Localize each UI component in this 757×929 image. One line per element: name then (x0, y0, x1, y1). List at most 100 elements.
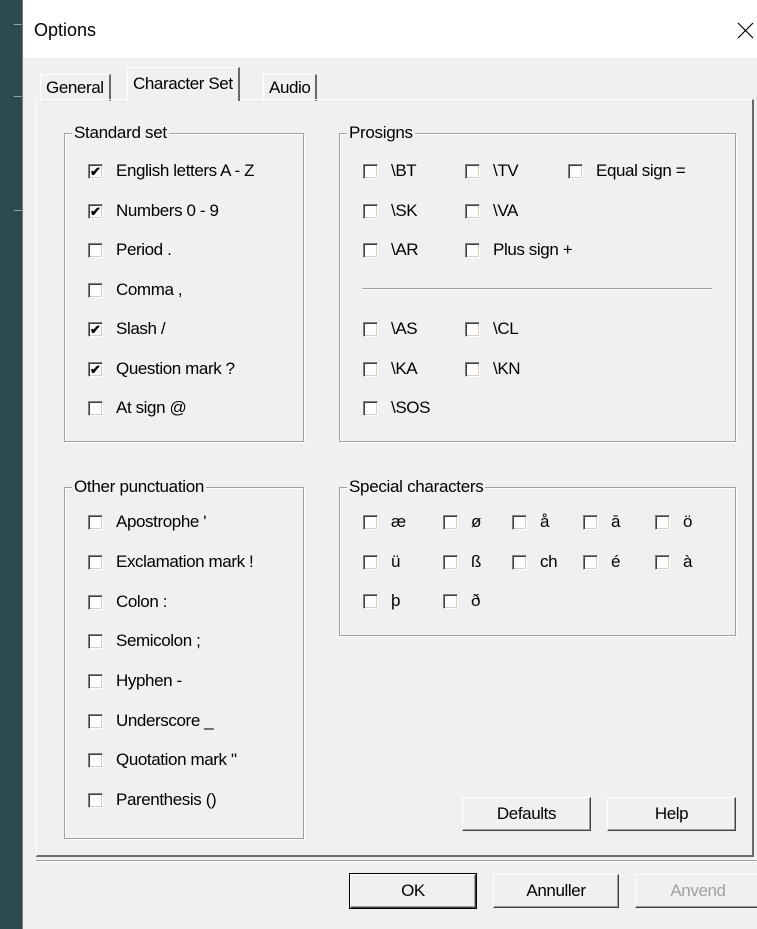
cancel-button[interactable]: Annuller (493, 874, 619, 908)
checkbox-box[interactable] (363, 321, 378, 337)
checkbox-box[interactable] (568, 163, 583, 179)
checkbox-colon[interactable]: Colon : (88, 590, 167, 614)
checkbox-equal-sign[interactable]: Equal sign = (568, 159, 686, 183)
checkbox-semicolon[interactable]: Semicolon ; (88, 629, 201, 653)
checkbox-box[interactable]: ✔ (88, 163, 103, 179)
close-button[interactable] (727, 8, 757, 52)
checkbox-box[interactable] (88, 400, 103, 416)
checkbox-at-sign[interactable]: At sign @ (88, 396, 187, 420)
other-punctuation-title: Other punctuation (72, 477, 207, 497)
checkbox-comma[interactable]: Comma , (88, 278, 183, 302)
checkbox-plus-sign[interactable]: Plus sign + (465, 238, 573, 262)
other-punctuation-group: Other punctuation (64, 477, 304, 839)
checkbox-special-a-macron[interactable]: ā (583, 510, 620, 534)
checkbox-box[interactable] (363, 593, 378, 609)
checkbox-apostrophe[interactable]: Apostrophe ' (88, 510, 207, 534)
checkbox-prosign-ar[interactable]: \AR (363, 238, 419, 262)
checkbox-box[interactable] (88, 792, 103, 808)
special-characters-title: Special characters (347, 477, 486, 497)
checkbox-box[interactable] (363, 361, 378, 377)
checkbox-special-e-acute[interactable]: é (583, 550, 620, 574)
prosigns-separator (362, 288, 712, 290)
tab-general[interactable]: General (40, 74, 111, 101)
checkbox-box[interactable] (512, 514, 527, 530)
defaults-button[interactable]: Defaults (462, 797, 591, 831)
checkbox-special-u-umlaut[interactable]: ü (363, 550, 400, 574)
checkbox-box[interactable] (465, 321, 480, 337)
checkbox-special-thorn[interactable]: þ (363, 589, 400, 613)
checkbox-special-o-umlaut[interactable]: ö (655, 510, 692, 534)
checkbox-box[interactable] (88, 514, 103, 530)
prosigns-title: Prosigns (347, 123, 415, 143)
checkbox-prosign-kn[interactable]: \KN (465, 357, 521, 381)
checkbox-special-o-slash[interactable]: ø (443, 510, 481, 534)
checkbox-question-mark[interactable]: ✔ Question mark ? (88, 357, 235, 381)
window-title: Options (34, 20, 97, 40)
checkbox-box[interactable] (88, 713, 103, 729)
checkbox-box[interactable] (88, 282, 103, 298)
checkbox-hyphen[interactable]: Hyphen - (88, 669, 182, 693)
checkbox-special-ch[interactable]: ch (512, 550, 558, 574)
checkbox-label: ch (540, 552, 558, 571)
checkbox-prosign-bt[interactable]: \BT (363, 159, 417, 183)
checkbox-box[interactable] (88, 242, 103, 258)
checkbox-special-eszett[interactable]: ß (443, 550, 481, 574)
checkbox-box[interactable] (363, 554, 378, 570)
checkbox-prosign-cl[interactable]: \CL (465, 317, 519, 341)
checkbox-numbers[interactable]: ✔ Numbers 0 - 9 (88, 199, 219, 223)
checkbox-quotation-mark[interactable]: Quotation mark " (88, 748, 237, 772)
checkbox-box[interactable] (583, 514, 598, 530)
checkbox-label: ā (611, 512, 621, 531)
tab-audio[interactable]: Audio (263, 74, 318, 101)
checkbox-label: \VA (493, 201, 518, 220)
checkbox-box[interactable] (443, 514, 458, 530)
checkbox-box[interactable] (465, 163, 480, 179)
checkbox-box[interactable] (512, 554, 527, 570)
checkbox-parenthesis[interactable]: Parenthesis () (88, 788, 217, 812)
checkbox-box[interactable] (363, 242, 378, 258)
checkbox-special-a-grave[interactable]: à (655, 550, 692, 574)
checkbox-box[interactable] (88, 673, 103, 689)
checkbox-box[interactable] (363, 400, 378, 416)
checkbox-box[interactable] (363, 203, 378, 219)
checkbox-label: ß (471, 552, 481, 571)
checkbox-period[interactable]: Period . (88, 238, 172, 262)
checkbox-slash[interactable]: ✔ Slash / (88, 317, 166, 341)
checkbox-box[interactable] (655, 514, 670, 530)
checkbox-prosign-ka[interactable]: \KA (363, 357, 418, 381)
checkbox-box[interactable] (443, 593, 458, 609)
checkbox-box[interactable] (88, 752, 103, 768)
checkbox-box[interactable] (583, 554, 598, 570)
checkbox-box[interactable] (88, 633, 103, 649)
checkbox-label: \SK (391, 201, 418, 220)
checkbox-box[interactable] (465, 361, 480, 377)
checkbox-exclamation-mark[interactable]: Exclamation mark ! (88, 550, 254, 574)
checkbox-box[interactable] (655, 554, 670, 570)
checkbox-box[interactable] (465, 203, 480, 219)
checkbox-prosign-sos[interactable]: \SOS (363, 396, 430, 420)
checkbox-box[interactable] (443, 554, 458, 570)
checkbox-special-ae[interactable]: æ (363, 510, 406, 534)
checkmark-icon: ✔ (90, 361, 101, 377)
checkbox-underscore[interactable]: Underscore _ (88, 709, 214, 733)
checkbox-box[interactable]: ✔ (88, 321, 103, 337)
checkbox-prosign-va[interactable]: \VA (465, 199, 518, 223)
checkbox-box[interactable] (88, 594, 103, 610)
checkbox-box[interactable] (88, 554, 103, 570)
checkbox-prosign-sk[interactable]: \SK (363, 199, 418, 223)
tab-character-set[interactable]: Character Set (127, 67, 240, 101)
checkbox-prosign-tv[interactable]: \TV (465, 159, 519, 183)
checkbox-special-a-ring[interactable]: å (512, 510, 549, 534)
checkbox-label: ð (471, 591, 481, 610)
checkbox-prosign-as[interactable]: \AS (363, 317, 418, 341)
apply-button[interactable]: Anvend (635, 874, 757, 908)
help-button[interactable]: Help (607, 797, 736, 831)
checkbox-special-eth[interactable]: ð (443, 589, 480, 613)
ok-button[interactable]: OK (349, 873, 477, 909)
checkbox-box[interactable] (363, 514, 378, 530)
checkbox-box[interactable]: ✔ (88, 361, 103, 377)
checkbox-box[interactable] (465, 242, 480, 258)
checkbox-box[interactable] (363, 163, 378, 179)
checkbox-english-letters[interactable]: ✔ English letters A - Z (88, 159, 254, 183)
checkbox-box[interactable]: ✔ (88, 203, 103, 219)
